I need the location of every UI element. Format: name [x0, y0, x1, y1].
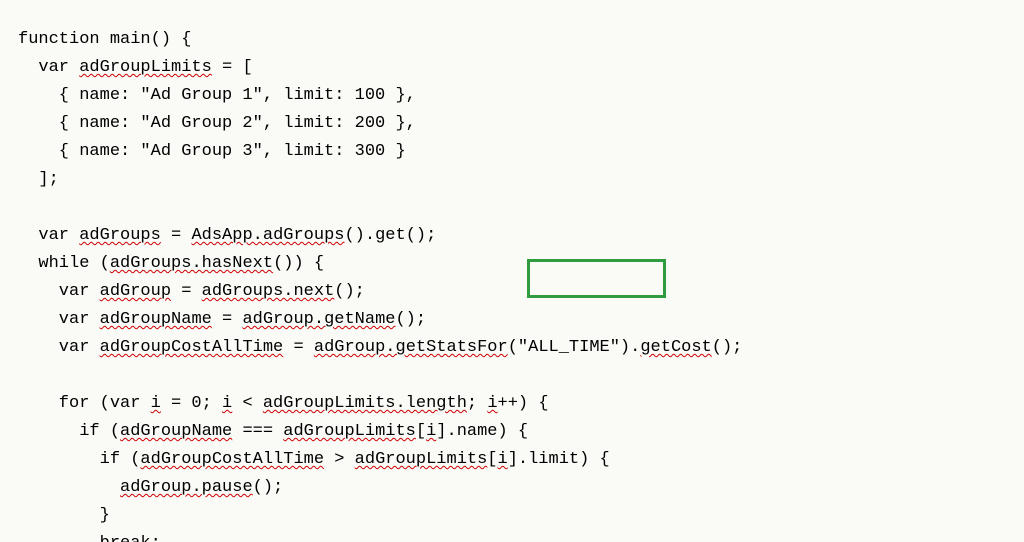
- code-line-14: for (var i = 0; i < adGroupLimits.length…: [18, 394, 549, 413]
- code-line-6: ];: [18, 170, 59, 189]
- code-line-2: var adGroupLimits = [: [18, 58, 253, 77]
- code-line-15: if (adGroupName === adGroupLimits[i].nam…: [18, 422, 528, 441]
- code-line-11: var adGroupName = adGroup.getName();: [18, 310, 426, 329]
- code-line-19: break;: [18, 534, 161, 542]
- code-block: function main() { var adGroupLimits = [ …: [0, 0, 1024, 542]
- code-line-3: { name: "Ad Group 1", limit: 100 },: [18, 86, 416, 105]
- code-line-8: var adGroups = AdsApp.adGroups().get();: [18, 226, 436, 245]
- code-line-10: var adGroup = adGroups.next();: [18, 282, 365, 301]
- code-line-16: if (adGroupCostAllTime > adGroupLimits[i…: [18, 450, 610, 469]
- code-line-12: var adGroupCostAllTime = adGroup.getStat…: [18, 338, 742, 357]
- code-line-1: function main() {: [18, 30, 191, 49]
- code-line-18: }: [18, 506, 110, 525]
- code-line-4: { name: "Ad Group 2", limit: 200 },: [18, 114, 416, 133]
- code-line-17: adGroup.pause();: [18, 478, 283, 497]
- code-line-5: { name: "Ad Group 3", limit: 300 }: [18, 142, 406, 161]
- code-line-9: while (adGroups.hasNext()) {: [18, 254, 324, 273]
